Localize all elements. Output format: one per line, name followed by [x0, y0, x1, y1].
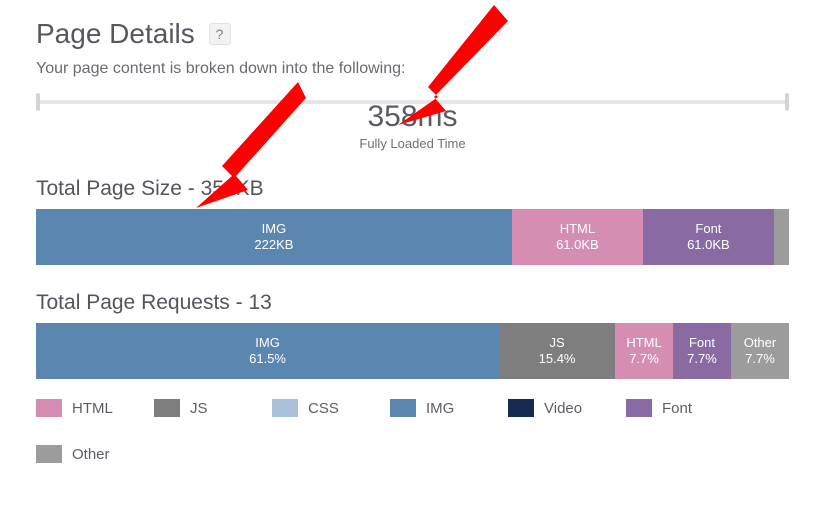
loaded-time-value: 358ms [355, 100, 469, 134]
bar-segment-font[interactable]: Font61.0KB [643, 209, 774, 265]
bar-segment-font[interactable]: Font7.7% [673, 323, 731, 379]
page-details-panel: Page Details ? Your page content is brok… [0, 0, 825, 508]
legend-swatch [154, 399, 180, 417]
legend-swatch [36, 445, 62, 463]
legend-item-css[interactable]: CSS [272, 399, 362, 417]
legend-swatch [390, 399, 416, 417]
legend-label: Video [544, 400, 582, 417]
loaded-time-label: Fully Loaded Time [36, 136, 789, 151]
loaded-time-block: 358ms Fully Loaded Time [36, 100, 789, 151]
chart-page-size: IMG222KBHTML61.0KBFont61.0KBOther [36, 209, 789, 265]
legend-label: HTML [72, 400, 113, 417]
subtitle-text: Your page content is broken down into th… [36, 60, 789, 78]
legend-item-img[interactable]: IMG [390, 399, 480, 417]
section-title-requests: Total Page Requests - 13 [36, 291, 789, 315]
legend-label: CSS [308, 400, 339, 417]
bar-segment-img[interactable]: IMG61.5% [36, 323, 499, 379]
chart-page-requests: IMG61.5%JS15.4%HTML7.7%Font7.7%Other7.7% [36, 323, 789, 379]
legend-item-js[interactable]: JS [154, 399, 244, 417]
bar-segment-other[interactable]: Other7.7% [731, 323, 789, 379]
bar-segment-html[interactable]: HTML61.0KB [512, 209, 643, 265]
legend-label: Font [662, 400, 692, 417]
legend-label: IMG [426, 400, 454, 417]
legend-item-video[interactable]: Video [508, 399, 598, 417]
legend-swatch [508, 399, 534, 417]
bar-segment-html[interactable]: HTML7.7% [615, 323, 673, 379]
bar-segment-other[interactable]: Other [774, 209, 789, 265]
help-icon[interactable]: ? [209, 23, 231, 45]
legend-swatch [36, 399, 62, 417]
legend-label: JS [190, 400, 208, 417]
legend-item-other[interactable]: Other [36, 445, 126, 463]
bar-segment-img[interactable]: IMG222KB [36, 209, 512, 265]
title-text: Page Details [36, 18, 195, 49]
legend-item-font[interactable]: Font [626, 399, 716, 417]
legend-swatch [272, 399, 298, 417]
timeline-track [36, 100, 789, 104]
legend-swatch [626, 399, 652, 417]
chart-legend: HTML JS CSS IMG Video Font Other [36, 399, 789, 463]
legend-item-html[interactable]: HTML [36, 399, 126, 417]
section-title-size: Total Page Size - 351KB [36, 177, 789, 201]
legend-label: Other [72, 446, 110, 463]
bar-segment-js[interactable]: JS15.4% [499, 323, 615, 379]
page-title: Page Details ? [36, 18, 789, 50]
